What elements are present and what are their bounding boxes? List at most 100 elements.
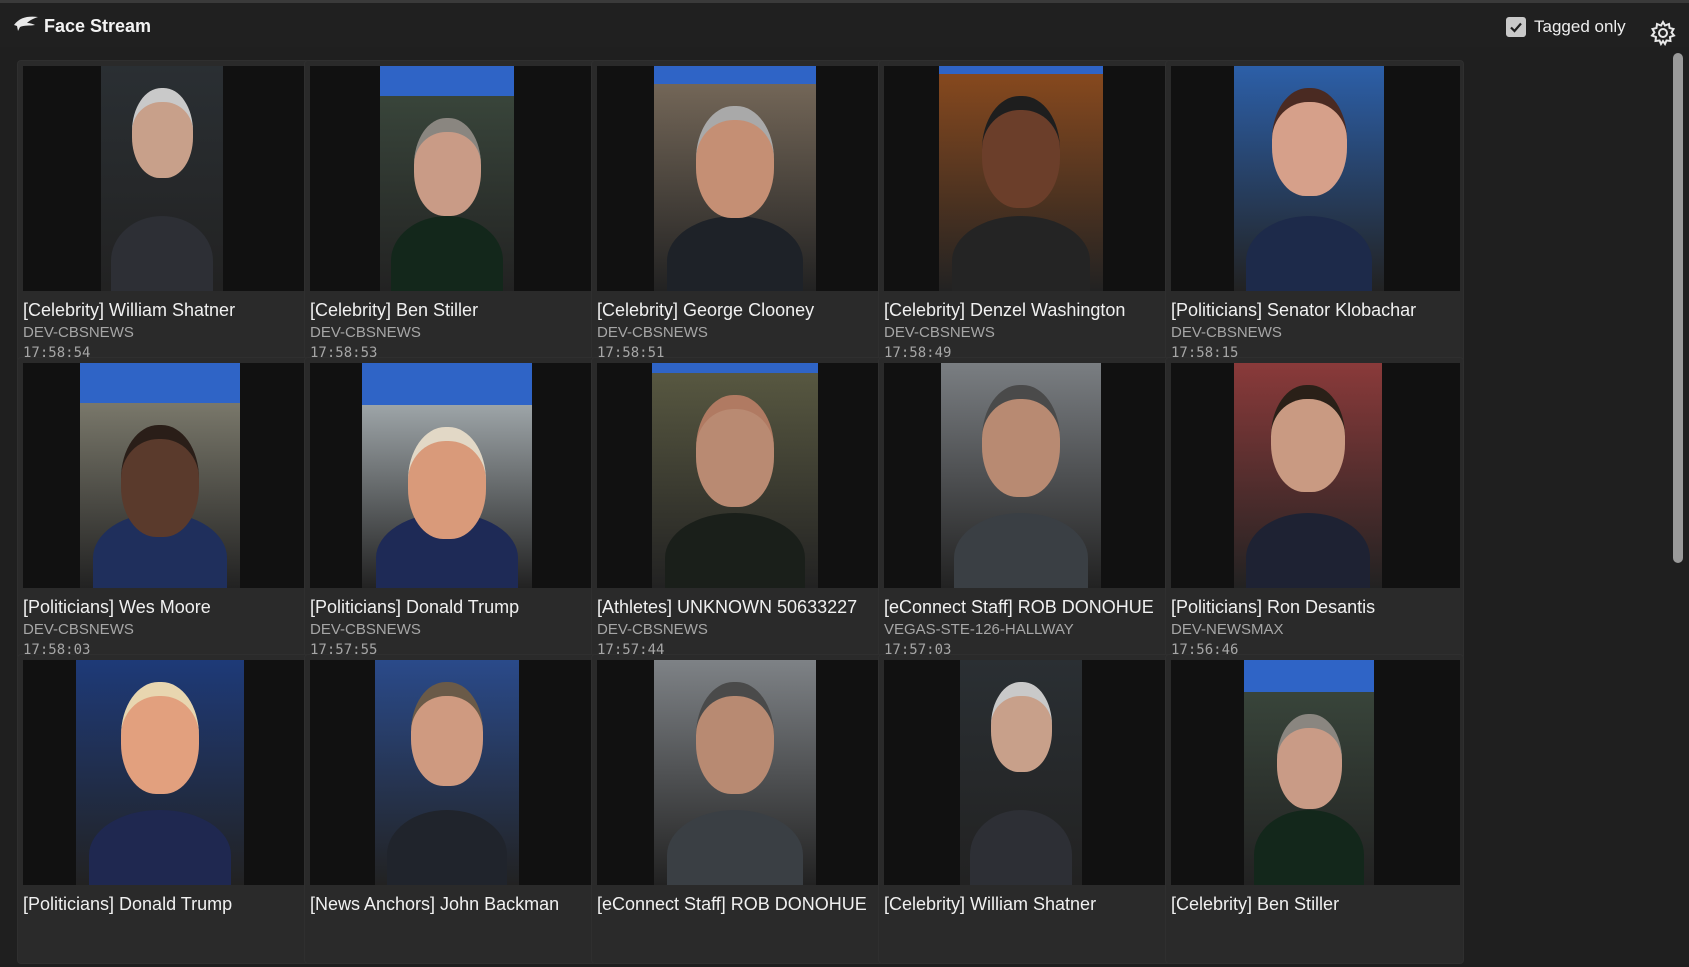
portrait-head [131,88,193,179]
face-card[interactable]: [Celebrity] William Shatner [878,654,1177,964]
face-thumbnail [597,66,886,291]
face-name: [Athletes] UNKNOWN 50633227 [597,597,858,617]
face-thumbnail [310,363,599,588]
face-thumbnail [23,363,312,588]
portrait-body [953,513,1089,588]
camera-source: DEV-CBSNEWS [597,621,708,638]
tagged-only-label: Tagged only [1534,17,1626,36]
portrait-head [696,682,774,794]
portrait-body [1246,216,1372,291]
face-card[interactable]: [News Anchors] John Backman [304,654,603,964]
face-name: [eConnect Staff] ROB DONOHUE [884,597,1154,617]
face-photo [652,363,818,588]
camera-source: DEV-CBSNEWS [310,324,421,341]
face-photo [960,660,1082,885]
face-thumbnail [884,660,1173,885]
face-photo [654,660,816,885]
portrait-body [386,810,508,885]
face-name: [Politicians] Wes Moore [23,597,211,617]
portrait-head [696,106,774,218]
portrait-head [1271,385,1345,492]
portrait-body [665,513,805,588]
portrait-head [982,96,1060,208]
portrait-body [952,216,1090,291]
face-thumbnail [597,660,886,885]
face-thumbnail [1171,66,1460,291]
portrait-body [110,216,214,291]
face-photo [380,66,514,291]
face-thumbnail [310,66,599,291]
face-card[interactable]: [eConnect Staff] ROB DONOHUE [591,654,890,964]
face-card[interactable]: [Athletes] UNKNOWN 50633227 DEV-CBSNEWS 17… [591,357,890,667]
face-card[interactable]: [Politicians] Wes Moore DEV-CBSNEWS 17:58:… [17,357,316,667]
face-card[interactable]: [Politicians] Senator Klobachar DEV-CBSNE… [1165,60,1464,370]
face-name: [Celebrity] Ben Stiller [310,300,479,320]
face-name: [Politicians] Ron Desantis [1171,597,1376,617]
face-card[interactable]: [Celebrity] Denzel Washington DEV-CBSNEWS… [878,60,1177,370]
face-name: [Politicians] Donald Trump [310,597,520,617]
face-photo [1244,660,1374,885]
face-card[interactable]: [Celebrity] George Clooney DEV-CBSNEWS 17:… [591,60,890,370]
face-card[interactable]: [Celebrity] Ben Stiller [1165,654,1464,964]
face-card[interactable]: [Celebrity] Ben Stiller DEV-CBSNEWS 17:58:… [304,60,603,370]
face-name: [Celebrity] Ben Stiller [1171,894,1340,914]
camera-source: DEV-CBSNEWS [23,621,134,638]
face-photo [1234,66,1384,291]
accent-bar [362,363,532,405]
face-name: [Politicians] Senator Klobachar [1171,300,1417,320]
accent-bar [80,363,240,403]
face-thumbnail [23,66,312,291]
portrait-head [982,385,1060,497]
camera-source: DEV-CBSNEWS [23,324,134,341]
face-card[interactable]: [Politicians] Donald Trump [17,654,316,964]
accent-bar [939,66,1103,74]
tagged-only-toggle[interactable]: Tagged only [1506,15,1626,39]
portrait-body [1245,513,1371,588]
face-photo [654,66,816,291]
face-name: [Politicians] Donald Trump [23,894,233,914]
face-grid: [Celebrity] William Shatner DEV-CBSNEWS 17… [17,60,1557,967]
face-thumbnail [597,363,886,588]
camera-source: DEV-CBSNEWS [884,324,995,341]
accent-bar [654,66,816,84]
face-thumbnail [23,660,312,885]
face-thumbnail [310,660,599,885]
portrait-head [696,395,774,507]
face-thumbnail [884,66,1173,291]
portrait-body [969,810,1073,885]
portrait-body [1254,810,1364,885]
vertical-scrollbar[interactable] [1673,53,1683,563]
face-thumbnail [884,363,1173,588]
camera-source: DEV-NEWSMAX [1171,621,1284,638]
portrait-head [413,118,481,216]
accent-bar [652,363,818,373]
face-name: [Celebrity] William Shatner [23,300,236,320]
face-photo [939,66,1103,291]
face-card[interactable]: [Celebrity] William Shatner DEV-CBSNEWS 17… [17,60,316,370]
face-card[interactable]: [Politicians] Ron Desantis DEV-NEWSMAX 17:… [1165,357,1464,667]
checkmark-icon [1510,22,1522,33]
face-stream-window: Face Stream Tagged only [Celebrity] Will… [0,0,1689,964]
face-card[interactable]: [eConnect Staff] ROB DONOHUE VEGAS-STE-12… [878,357,1177,667]
face-name: [News Anchors] John Backman [310,894,560,914]
face-name: [Celebrity] George Clooney [597,300,815,320]
portrait-body [89,810,231,885]
portrait-head [121,425,199,537]
face-photo [76,660,244,885]
face-photo [941,363,1101,588]
accent-bar [380,66,514,96]
portrait-head [411,682,483,786]
tagged-only-checkbox[interactable] [1506,17,1526,37]
face-thumbnail [1171,363,1460,588]
face-card[interactable]: [Politicians] Donald Trump DEV-CBSNEWS 17:… [304,357,603,667]
portrait-head [408,427,486,539]
camera-source: DEV-CBSNEWS [1171,324,1282,341]
camera-source: DEV-CBSNEWS [597,324,708,341]
camera-source: VEGAS-STE-126-HALLWAY [884,621,1074,638]
title-bar: Face Stream Tagged only [0,3,1689,47]
portrait-head [990,682,1052,773]
portrait-body [666,810,804,885]
portrait-body [390,216,504,291]
portrait-head [1276,714,1342,810]
gear-icon[interactable] [1650,20,1676,46]
